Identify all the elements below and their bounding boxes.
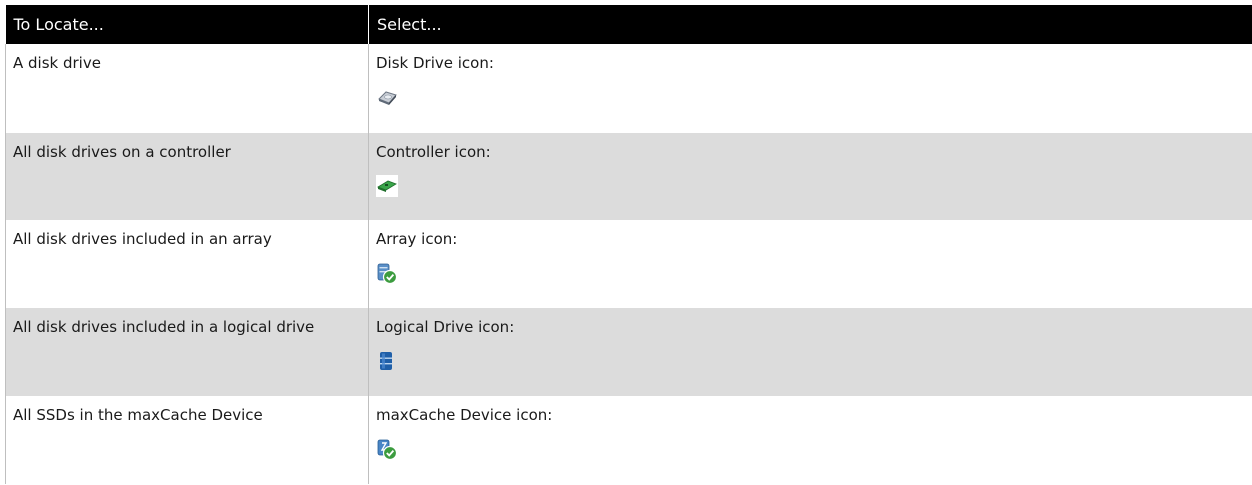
controller-icon	[376, 175, 398, 197]
table-row: All SSDs in the maxCache Device maxCache…	[5, 396, 1252, 484]
select-label: maxCache Device icon:	[376, 406, 553, 424]
select-label: Logical Drive icon:	[376, 318, 515, 336]
select-label: Disk Drive icon:	[376, 54, 494, 72]
table-header-row: To Locate... Select...	[5, 5, 1252, 44]
maxcache-device-icon	[376, 438, 398, 460]
locate-cell: All disk drives included in an array	[5, 220, 369, 308]
select-label: Controller icon:	[376, 143, 491, 161]
column-header-select: Select...	[368, 5, 1252, 44]
table-row: A disk drive Disk Drive icon:	[5, 44, 1252, 133]
locate-cell: All disk drives included in a logical dr…	[5, 308, 369, 396]
table-row: All disk drives included in a logical dr…	[5, 308, 1252, 396]
select-cell: Controller icon:	[368, 133, 1252, 220]
locate-cell: A disk drive	[5, 44, 369, 133]
disk-drive-icon	[376, 86, 398, 108]
array-icon	[376, 262, 398, 284]
locate-cell: All SSDs in the maxCache Device	[5, 396, 369, 484]
locate-cell: All disk drives on a controller	[5, 133, 369, 220]
select-cell: Array icon:	[368, 220, 1252, 308]
table-row: All disk drives included in an array Arr…	[5, 220, 1252, 308]
table-row: All disk drives on a controller Controll…	[5, 133, 1252, 220]
select-cell: Disk Drive icon:	[368, 44, 1252, 133]
select-cell: Logical Drive icon:	[368, 308, 1252, 396]
locate-table: To Locate... Select... A disk drive Disk…	[5, 5, 1252, 484]
logical-drive-icon	[376, 350, 398, 372]
select-cell: maxCache Device icon:	[368, 396, 1252, 484]
column-header-to-locate: To Locate...	[5, 5, 369, 44]
select-label: Array icon:	[376, 230, 458, 248]
